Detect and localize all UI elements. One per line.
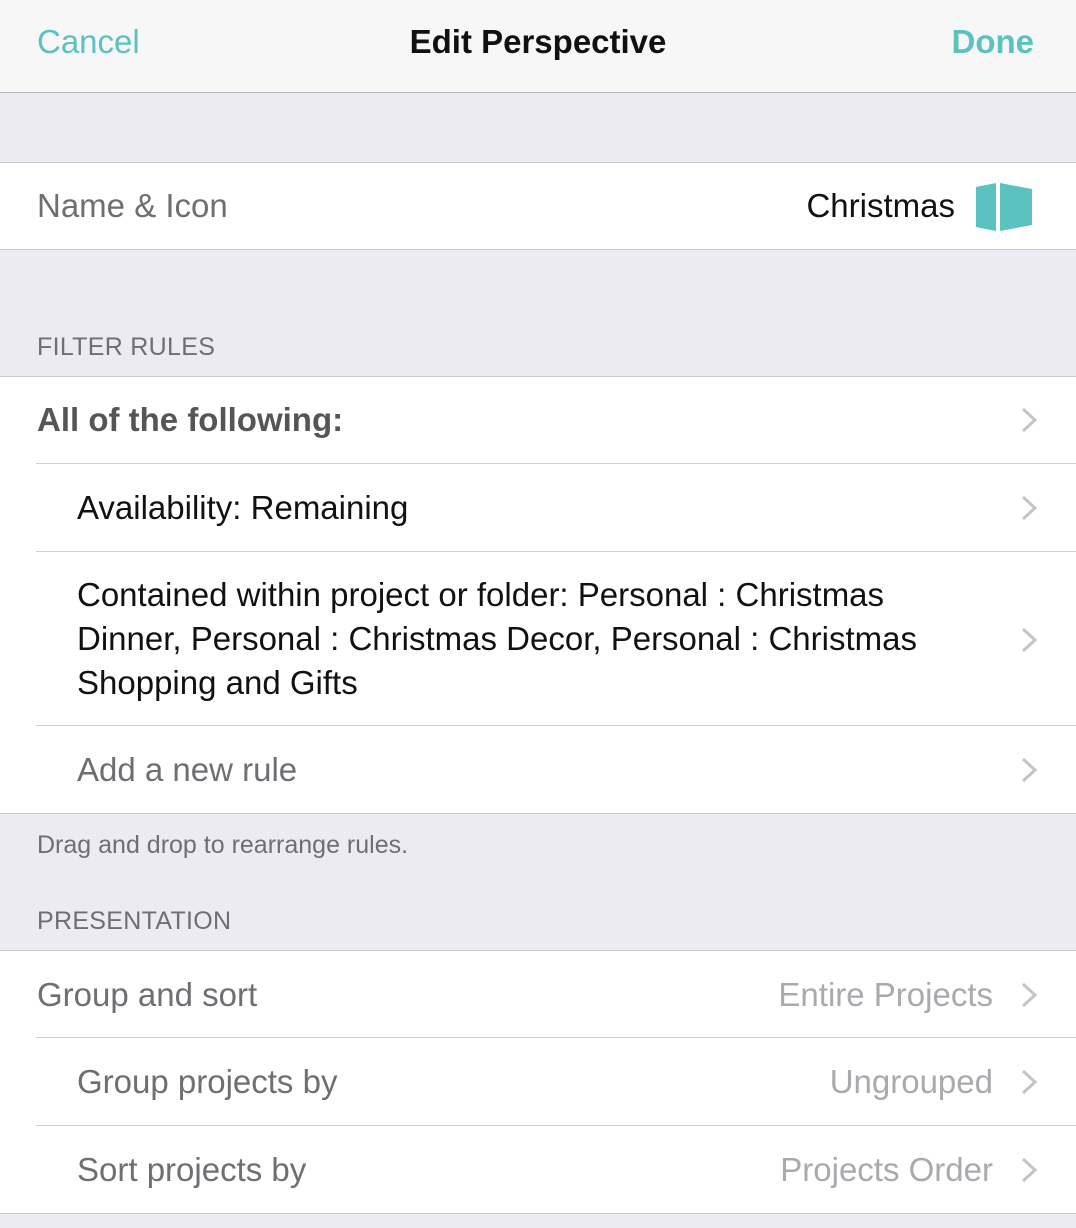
rule-row-contained-within[interactable]: Contained within project or folder: Pers… [0, 552, 1076, 726]
group-and-sort-label: Group and sort [37, 976, 258, 1013]
add-rule-row[interactable]: Add a new rule [0, 726, 1076, 813]
rule-group-row[interactable]: All of the following: [0, 377, 1076, 464]
chevron-right-icon [1020, 1068, 1038, 1096]
chevron-right-icon [1020, 626, 1038, 654]
chevron-right-icon [1020, 981, 1038, 1009]
group-projects-by-label: Group projects by [77, 1063, 338, 1100]
rule-availability-label: Availability: Remaining [77, 489, 409, 526]
group-and-sort-value: Entire Projects [778, 976, 993, 1013]
sort-projects-by-value: Projects Order [780, 1151, 993, 1188]
chevron-right-icon [1020, 756, 1038, 784]
filter-rules-footer: Drag and drop to rearrange rules. [37, 831, 409, 859]
presentation-section: Group and sort Entire Projects Group pro… [0, 950, 1076, 1214]
presentation-header: PRESENTATION [37, 907, 232, 935]
group-projects-by-value: Ungrouped [829, 1063, 993, 1100]
navigation-bar: Cancel Edit Perspective Done [0, 0, 1076, 93]
filter-rules-header: FILTER RULES [37, 333, 216, 361]
group-projects-by-row[interactable]: Group projects by Ungrouped [0, 1038, 1076, 1126]
sort-projects-by-label: Sort projects by [77, 1151, 307, 1188]
rule-row-availability[interactable]: Availability: Remaining [0, 464, 1076, 552]
page-title: Edit Perspective [409, 23, 667, 60]
name-icon-label: Name & Icon [37, 187, 228, 224]
filter-rules-section: All of the following: Availability: Rema… [0, 376, 1076, 814]
rule-contained-within-label: Contained within project or folder: Pers… [77, 576, 917, 701]
name-icon-section: Name & Icon Christmas [0, 162, 1076, 250]
chevron-right-icon [1020, 406, 1038, 434]
perspective-name-value: Christmas [806, 187, 955, 224]
sort-projects-by-row[interactable]: Sort projects by Projects Order [0, 1126, 1076, 1213]
rule-group-label: All of the following: [37, 401, 344, 438]
add-rule-label: Add a new rule [77, 751, 298, 788]
name-icon-row[interactable]: Name & Icon Christmas [0, 163, 1076, 249]
chevron-right-icon [1020, 494, 1038, 522]
perspective-book-icon[interactable] [976, 183, 1032, 231]
chevron-right-icon [1020, 1156, 1038, 1184]
done-button[interactable]: Done [952, 20, 1035, 64]
group-and-sort-row[interactable]: Group and sort Entire Projects [0, 951, 1076, 1038]
